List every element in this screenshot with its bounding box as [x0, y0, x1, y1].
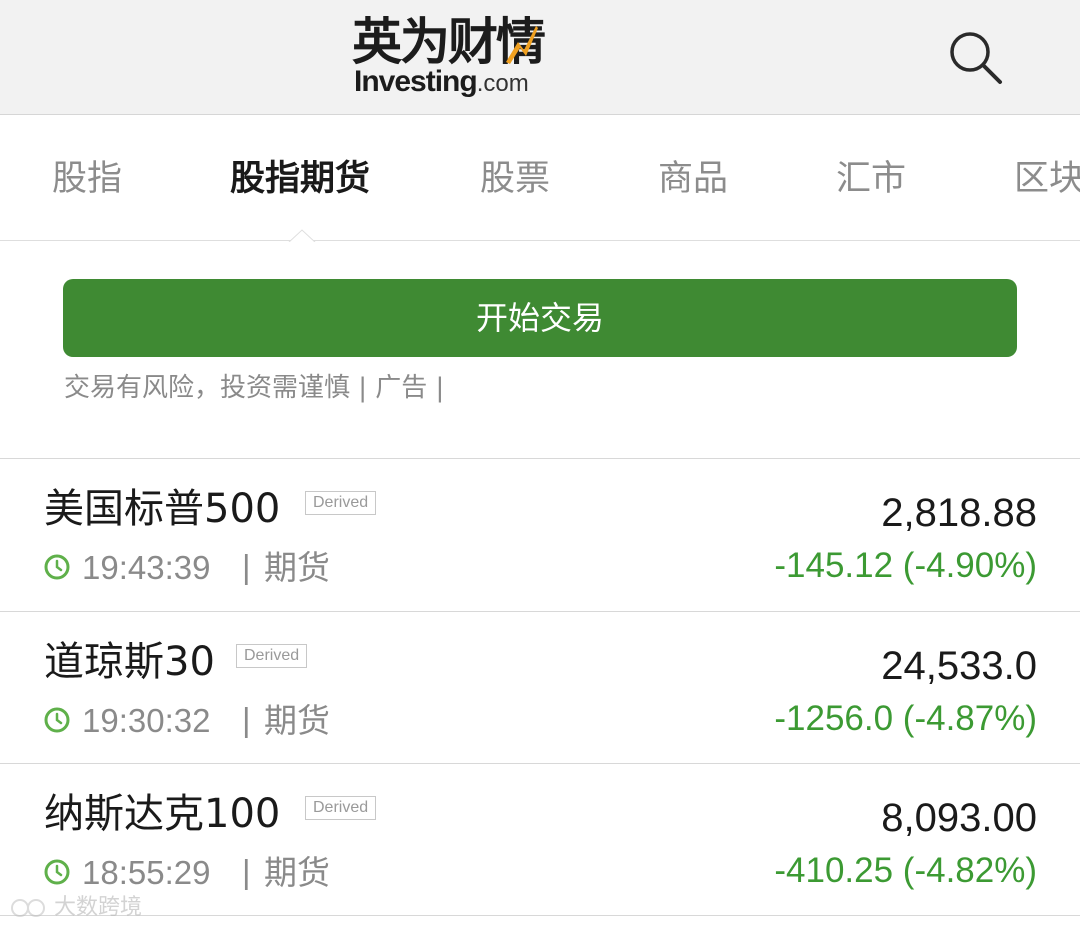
instrument-name: 道琼斯30 [44, 639, 215, 685]
search-button[interactable] [946, 28, 1006, 88]
quote-row-sp500[interactable]: 美国标普500 Derived 19:43:39 | 期货 2,818.88 -… [0, 459, 1080, 611]
clock-icon [44, 859, 70, 885]
risk-disclaimer: 交易有风险，投资需谨慎 | 广告 | [64, 373, 445, 403]
last-price: 8,093.00 [881, 796, 1037, 840]
active-tab-caret-icon [288, 229, 316, 243]
quote-row-dow30[interactable]: 道琼斯30 Derived 19:30:32 | 期货 24,533.0 -12… [0, 612, 1080, 764]
logo-english-domain: .com [476, 70, 529, 97]
tab-index-futures[interactable]: 股指期货 [230, 154, 370, 204]
tab-commodities[interactable]: 商品 [658, 154, 728, 204]
quote-time: 19:43:39 [82, 549, 211, 586]
quote-row-nasdaq100[interactable]: 纳斯达克100 Derived 18:55:29 | 期货 8,093.00 -… [0, 764, 1080, 916]
last-price: 2,818.88 [881, 491, 1037, 535]
derived-badge: Derived [305, 491, 377, 515]
derived-badge: Derived [236, 644, 308, 668]
instrument-name: 纳斯达克100 [44, 791, 281, 837]
app-header: 英为财情 Investing.com [0, 0, 1080, 115]
price-change: -410.25 (-4.82%) [774, 851, 1037, 890]
search-icon [950, 32, 1002, 84]
price-change: -1256.0 (-4.87%) [774, 699, 1037, 738]
price-change: -145.12 (-4.90%) [774, 546, 1037, 585]
instrument-name: 美国标普500 [44, 486, 281, 532]
meta-separator: | [242, 701, 251, 738]
last-price: 24,533.0 [881, 644, 1037, 688]
logo-english-text: Investing.com [354, 66, 529, 100]
quote-time: 19:30:32 [82, 702, 211, 739]
logo-english-bold: Investing [354, 65, 478, 98]
derived-badge: Derived [305, 796, 377, 820]
quote-time: 18:55:29 [82, 854, 211, 891]
clock-icon [44, 707, 70, 733]
start-trading-button[interactable]: 开始交易 [63, 279, 1017, 357]
tab-crypto[interactable]: 区块 [1014, 154, 1080, 204]
investing-logo[interactable]: 英为财情 Investing.com [352, 14, 582, 100]
instrument-type: 期货 [264, 701, 330, 740]
row-divider [0, 915, 1080, 916]
instrument-type: 期货 [264, 853, 330, 892]
meta-separator: | [242, 548, 251, 585]
clock-icon [44, 554, 70, 580]
watermark-text: 大数跨境 [54, 895, 143, 920]
tab-stocks[interactable]: 股票 [480, 154, 550, 204]
meta-separator: | [242, 853, 251, 890]
category-tabs: 股指 股指期货 股票 商品 汇市 区块 [0, 116, 1080, 241]
tab-indices[interactable]: 股指 [52, 154, 122, 204]
instrument-type: 期货 [264, 548, 330, 587]
logo-accent-icon [506, 26, 538, 64]
watermark-logo-icon [11, 899, 45, 917]
tab-forex[interactable]: 汇市 [836, 154, 906, 204]
